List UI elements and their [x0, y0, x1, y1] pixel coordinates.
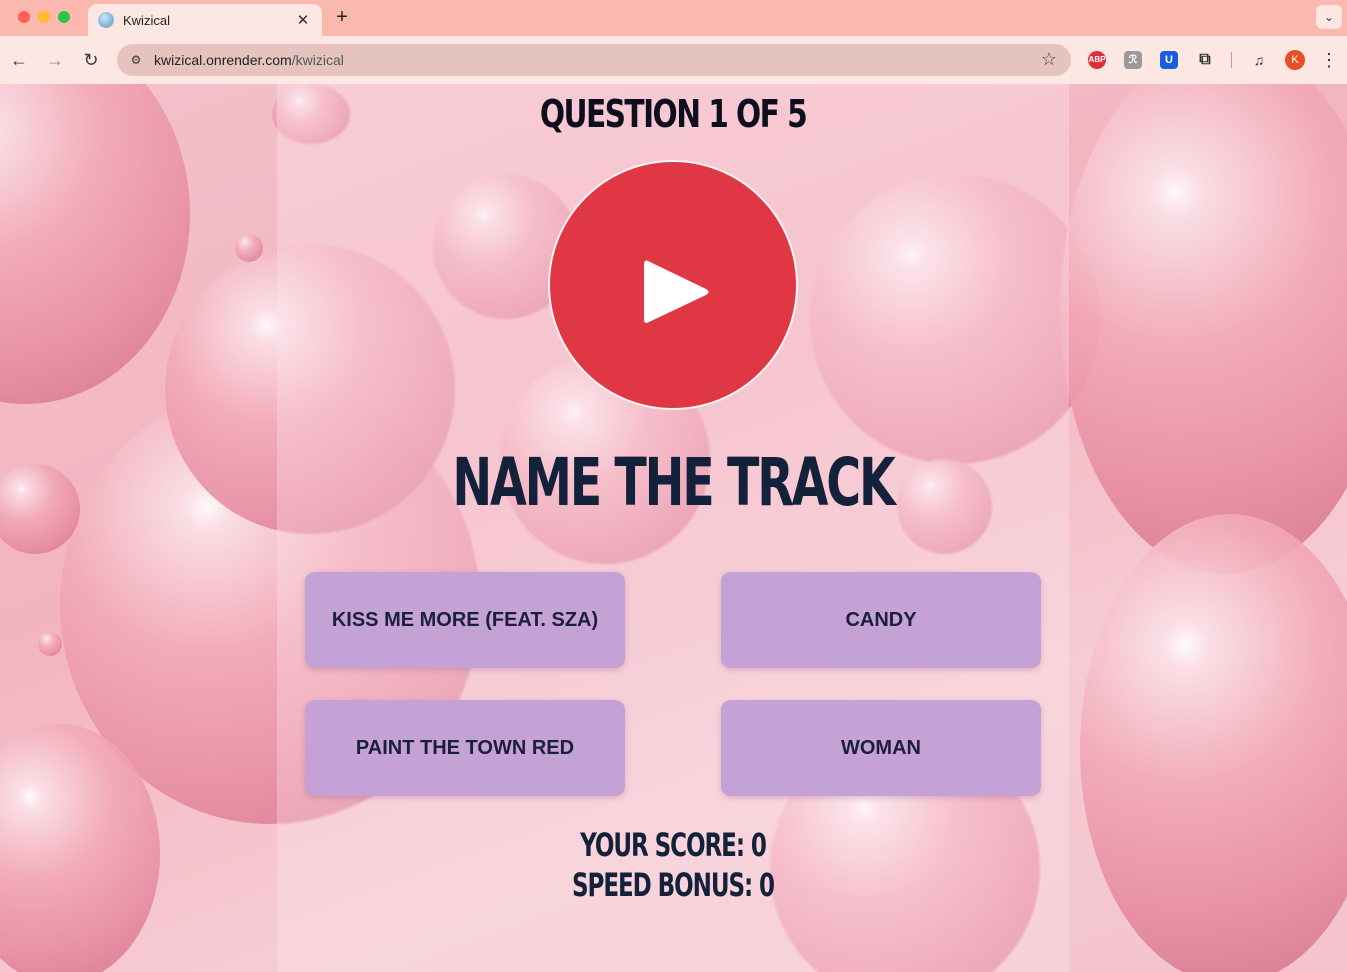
score-label: YOUR SCORE: 0: [580, 826, 767, 864]
speed-bonus-label: SPEED BONUS: 0: [572, 866, 775, 904]
play-button[interactable]: [548, 160, 798, 410]
back-button[interactable]: ←: [7, 48, 31, 72]
background-bubble: [38, 632, 62, 656]
reload-button[interactable]: ↻: [79, 48, 103, 72]
background-bubble: [235, 234, 263, 262]
question-counter: QUESTION 1 OF 5: [539, 92, 808, 136]
extensions-puzzle-icon[interactable]: ⧉: [1196, 51, 1214, 69]
browser-menu-icon[interactable]: ⋮: [1320, 48, 1338, 72]
background-bubble: [1080, 514, 1347, 972]
forward-button[interactable]: →: [43, 48, 67, 72]
bookmark-star-icon[interactable]: ☆: [1041, 49, 1057, 70]
adblock-extension-icon[interactable]: ABP: [1088, 51, 1106, 69]
extension-icon[interactable]: ℛ: [1124, 51, 1142, 69]
window-close-button[interactable]: [18, 11, 30, 23]
background-bubble: [0, 84, 190, 404]
window-maximize-button[interactable]: [58, 11, 70, 23]
browser-tab[interactable]: Kwizical ✕: [88, 4, 322, 36]
favicon-icon: [98, 12, 114, 28]
answer-button-3[interactable]: PAINT THE TOWN RED: [305, 700, 625, 796]
browser-tab-bar: Kwizical ✕ + ⌄: [0, 0, 1347, 36]
site-info-icon[interactable]: ⚙: [127, 51, 145, 69]
profile-avatar[interactable]: K: [1285, 50, 1305, 70]
close-tab-icon[interactable]: ✕: [294, 11, 312, 29]
answer-button-2[interactable]: CANDY: [721, 572, 1041, 668]
answer-button-4[interactable]: WOMAN: [721, 700, 1041, 796]
background-bubble: [1060, 84, 1347, 574]
bitwarden-extension-icon[interactable]: U: [1160, 51, 1178, 69]
answer-button-1[interactable]: KISS ME MORE (FEAT. SZA): [305, 572, 625, 668]
tab-title: Kwizical: [123, 12, 170, 28]
quiz-heading: NAME THE TRACK: [452, 444, 895, 521]
window-minimize-button[interactable]: [38, 11, 50, 23]
tab-search-button[interactable]: ⌄: [1316, 5, 1342, 29]
new-tab-button[interactable]: +: [332, 6, 352, 28]
media-control-icon[interactable]: ♫: [1250, 51, 1268, 69]
address-bar[interactable]: ⚙ kwizical.onrender.com/kwizical ☆: [117, 44, 1071, 76]
toolbar-divider: [1231, 52, 1232, 68]
url-text[interactable]: kwizical.onrender.com/kwizical: [154, 52, 344, 68]
